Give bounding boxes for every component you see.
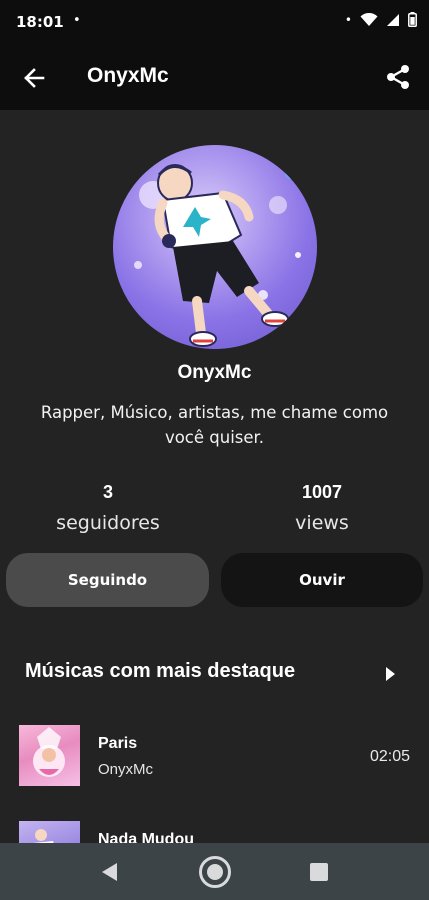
nav-recents-icon[interactable] [310, 863, 328, 881]
views-stat: 1007 views [242, 482, 402, 534]
followers-stat: 3 seguidores [28, 482, 188, 534]
track-cover-illustration [33, 727, 65, 777]
system-nav-bar [0, 843, 429, 900]
back-button[interactable] [20, 64, 48, 92]
wifi-icon [360, 12, 378, 26]
nav-home-icon[interactable] [198, 855, 232, 889]
following-button[interactable]: Seguindo [6, 553, 209, 607]
track-item[interactable]: Paris OnyxMc 02:05 [0, 716, 429, 798]
track-duration: 02:05 [369, 748, 410, 765]
views-count: 1007 [301, 482, 343, 502]
listen-button[interactable]: Ouvir [221, 553, 423, 607]
profile-name: OnyxMc [177, 362, 252, 383]
chevron-right-icon[interactable] [383, 665, 397, 683]
status-notification-dot: • [73, 13, 81, 28]
profile-avatar [113, 145, 317, 349]
status-time: 18:01 [16, 13, 64, 31]
track-artist: OnyxMc [98, 761, 154, 778]
featured-section-title: Músicas com mais destaque [25, 660, 296, 682]
battery-icon [408, 12, 417, 27]
share-icon [387, 65, 409, 89]
signal-icon [387, 13, 399, 26]
profile-bio: Rapper, Músico, artistas, me chame como … [40, 403, 389, 447]
views-label: views [295, 512, 349, 534]
arrow-back-icon [24, 68, 45, 88]
app-bar: OnyxMc [0, 44, 429, 110]
followers-label: seguidores [56, 512, 160, 534]
track-title: Paris [98, 735, 138, 752]
share-button[interactable] [383, 62, 413, 92]
status-icons: • [345, 12, 417, 27]
avatar-illustration [134, 164, 301, 347]
status-bar: 18:01 • • [0, 0, 429, 44]
track-cover-art [19, 725, 80, 786]
nav-back-icon[interactable] [99, 861, 121, 883]
page-title: OnyxMc [87, 64, 169, 87]
followers-count: 3 [102, 482, 113, 502]
notification-dot-icon: • [344, 12, 352, 27]
